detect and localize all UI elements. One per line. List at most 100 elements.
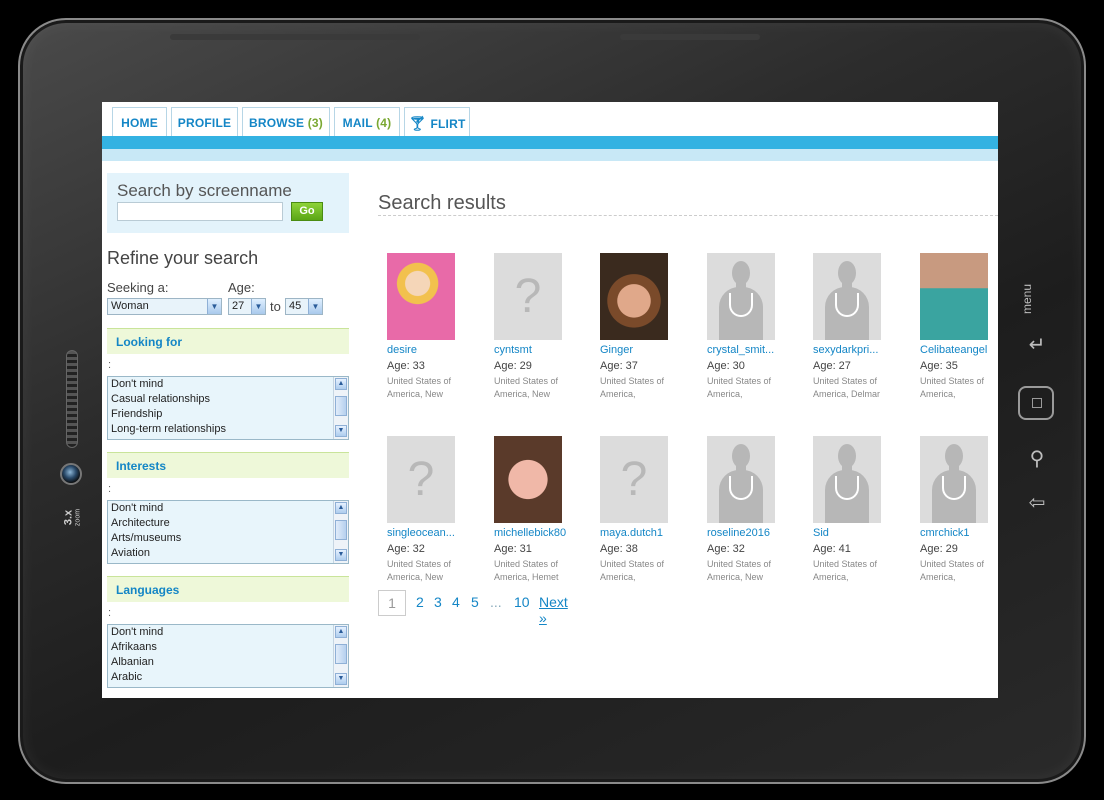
profile-photo[interactable] (920, 253, 988, 340)
list-item[interactable]: Albanian (108, 655, 348, 670)
list-item[interactable]: Friendship (108, 407, 348, 422)
back-icon[interactable]: ↵ (1020, 332, 1054, 357)
profile-name-link[interactable]: sexydarkpri... (813, 344, 878, 356)
search-hw-icon[interactable]: ⚲ (1020, 446, 1054, 471)
list-item[interactable]: Arts/museums (108, 531, 348, 546)
page-ellipsis: ... (490, 594, 502, 610)
profile-location: United States of America, (600, 376, 665, 399)
profile-name-link[interactable]: michellebick80 (494, 527, 566, 539)
scroll-down-icon[interactable]: ▼ (335, 673, 347, 685)
profile-card[interactable]: crystal_smit... Age: 30 United States of A… (699, 253, 799, 403)
tab-browse[interactable]: BROWSE (3) (242, 107, 330, 137)
looking-for-list[interactable]: Don't mind Casual relationships Friendsh… (107, 376, 349, 440)
silhouette-avatar[interactable] (920, 436, 988, 523)
list-item[interactable]: Aviation (108, 546, 348, 561)
profile-card[interactable]: cmrchick1 Age: 29 United States of America… (912, 436, 998, 586)
profile-name-link[interactable]: Sid (813, 527, 829, 539)
profile-card[interactable]: ? cyntsmt Age: 29 United States of America,… (486, 253, 586, 403)
page-link[interactable]: 2 (416, 594, 424, 610)
age-from-value: 27 (232, 300, 245, 312)
profile-age: Age: 31 (494, 543, 532, 555)
list-item[interactable]: Arabic (108, 670, 348, 685)
tab-mail[interactable]: MAIL (4) (334, 107, 400, 137)
profile-photo[interactable] (387, 253, 455, 340)
profile-name-link[interactable]: roseline2016 (707, 527, 770, 539)
list-item[interactable]: Don't mind (108, 501, 348, 516)
seeking-select-value: Woman (111, 300, 149, 312)
profile-name-link[interactable]: cyntsmt (494, 344, 532, 356)
age-from-select[interactable]: 27 ▼ (228, 298, 266, 315)
profile-name-link[interactable]: cmrchick1 (920, 527, 970, 539)
interests-list[interactable]: Don't mind Architecture Arts/museums Avi… (107, 500, 349, 564)
profile-card[interactable]: Ginger Age: 37 United States of America, (592, 253, 692, 403)
silhouette-avatar[interactable] (813, 253, 881, 340)
profile-name-link[interactable]: desire (387, 344, 417, 356)
list-item[interactable]: Casual relationships (108, 392, 348, 407)
scroll-thumb[interactable] (335, 396, 347, 416)
list-item[interactable]: Don't mind (108, 625, 348, 640)
profile-age: Age: 38 (600, 543, 638, 555)
profile-card[interactable]: Sid Age: 41 United States of America, (805, 436, 905, 586)
page-link[interactable]: 10 (514, 594, 530, 610)
profile-name-link[interactable]: maya.dutch1 (600, 527, 663, 539)
profile-card[interactable]: michellebick80 Age: 31 United States of Am… (486, 436, 586, 586)
section-languages[interactable]: Languages (107, 576, 349, 602)
list-item[interactable]: Afrikaans (108, 640, 348, 655)
scroll-up-icon[interactable]: ▲ (335, 626, 347, 638)
profile-name-link[interactable]: singleocean... (387, 527, 455, 539)
profile-card[interactable]: Celibateangel Age: 35 United States of Ame… (912, 253, 998, 403)
scroll-down-icon[interactable]: ▼ (335, 549, 347, 561)
silhouette-avatar[interactable] (813, 436, 881, 523)
profile-card[interactable]: ? maya.dutch1 Age: 38 United States of Amer… (592, 436, 692, 586)
home-arrow-icon[interactable]: ⇦ (1020, 490, 1054, 515)
next-page-link[interactable]: Next » (539, 594, 568, 626)
profile-card[interactable]: roseline2016 Age: 32 United States of Amer… (699, 436, 799, 586)
scroll-down-icon[interactable]: ▼ (335, 425, 347, 437)
question-mark-icon: ? (407, 453, 435, 506)
section-colon: : (108, 607, 112, 619)
profile-name-link[interactable]: Celibateangel (920, 344, 987, 356)
profile-photo[interactable] (494, 436, 562, 523)
scroll-up-icon[interactable]: ▲ (335, 502, 347, 514)
section-interests[interactable]: Interests (107, 452, 349, 478)
age-to-select[interactable]: 45 ▼ (285, 298, 323, 315)
profile-card[interactable]: desire Age: 33 United States of America, N… (379, 253, 479, 403)
list-item[interactable]: Don't mind (108, 377, 348, 392)
tab-profile[interactable]: PROFILE (171, 107, 238, 137)
scroll-thumb[interactable] (335, 644, 347, 664)
languages-list[interactable]: Don't mind Afrikaans Albanian Arabic ▲ ▼ (107, 624, 349, 688)
page-link[interactable]: 3 (434, 594, 442, 610)
profile-name-link[interactable]: Ginger (600, 344, 633, 356)
tab-home[interactable]: HOME (112, 107, 167, 137)
go-button[interactable]: Go (291, 202, 323, 221)
page-link[interactable]: 5 (471, 594, 479, 610)
scrollbar[interactable]: ▲ ▼ (333, 501, 348, 563)
scrollbar[interactable]: ▲ ▼ (333, 377, 348, 439)
profile-name-link[interactable]: crystal_smit... (707, 344, 774, 356)
silhouette-avatar[interactable] (707, 436, 775, 523)
profile-age: Age: 41 (813, 543, 851, 555)
list-item[interactable]: Long-term relationships (108, 422, 348, 437)
scroll-thumb[interactable] (335, 520, 347, 540)
seeking-select[interactable]: Woman ▼ (107, 298, 222, 315)
tab-flirt[interactable]: 🍸︎ FLIRT (404, 107, 470, 137)
no-photo-placeholder[interactable]: ? (600, 436, 668, 523)
main-nav: HOME PROFILE BROWSE (3) MAIL (4) 🍸︎ FLIRT (102, 102, 998, 137)
silhouette-avatar[interactable] (707, 253, 775, 340)
scrollbar[interactable]: ▲ ▼ (333, 625, 348, 687)
question-mark-icon: ? (514, 270, 542, 323)
screenname-input[interactable] (117, 202, 283, 221)
profile-card[interactable]: sexydarkpri... Age: 27 United States of Am… (805, 253, 905, 403)
home-button[interactable] (1018, 386, 1054, 420)
no-photo-placeholder[interactable]: ? (494, 253, 562, 340)
silhouette-icon (838, 261, 856, 285)
profile-card[interactable]: ? singleocean... Age: 32 United States of A… (379, 436, 479, 586)
no-photo-placeholder[interactable]: ? (387, 436, 455, 523)
scroll-up-icon[interactable]: ▲ (335, 378, 347, 390)
profile-location: United States of America, (707, 376, 772, 399)
list-item[interactable]: Architecture (108, 516, 348, 531)
profile-photo[interactable] (600, 253, 668, 340)
nav-bar-dark (102, 136, 998, 149)
page-link[interactable]: 4 (452, 594, 460, 610)
section-looking-for[interactable]: Looking for (107, 328, 349, 354)
